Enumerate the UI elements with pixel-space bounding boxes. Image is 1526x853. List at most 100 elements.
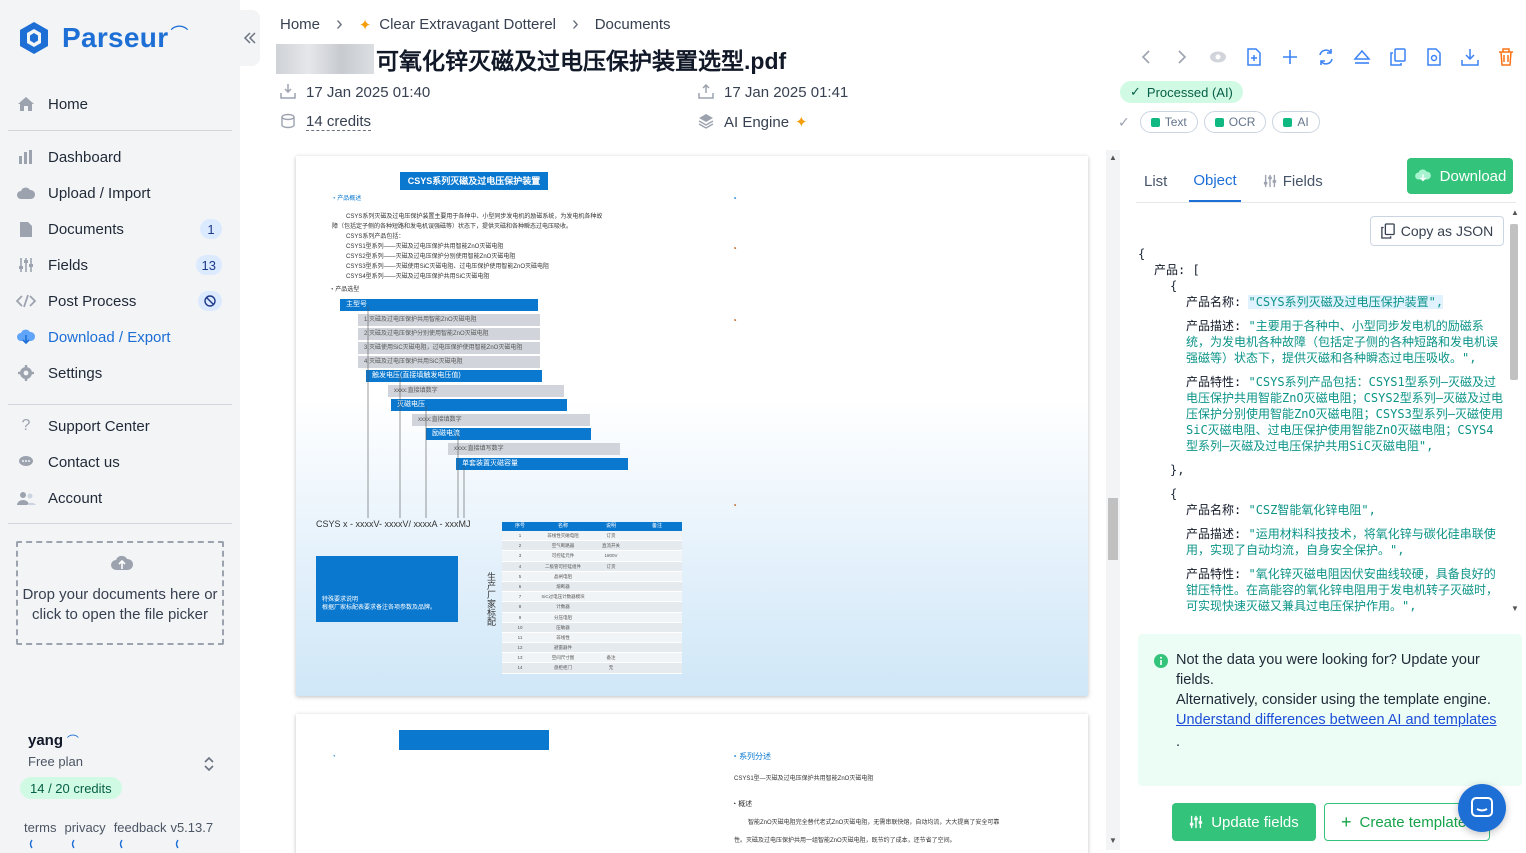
tab-list[interactable]: List [1140,160,1171,202]
copy-json-label: Copy as JSON [1400,223,1494,239]
nav-upload[interactable]: Upload / Import [16,178,224,208]
nav-upload-label: Upload / Import [48,184,151,202]
pdf-table-cell: 分压电阻 [554,614,572,620]
pdf-table-cell: 9 [518,614,522,620]
document-preview[interactable]: CSYS系列灭磁及过电压保护装置 ◔ 产品概述 CSYS系列灭磁及过电压保护装置… [276,148,1120,853]
cloud-download-icon [1414,169,1432,183]
download-button[interactable]: Download [1407,158,1513,194]
pdf-th: 名称 [557,523,568,529]
pdf-th: 说明 [605,523,616,529]
chat-bubble-icon [16,452,36,472]
nav-documents[interactable]: Documents 1 [16,214,224,244]
chat-launcher-button[interactable] [1458,784,1506,832]
breadcrumb-home[interactable]: Home [280,16,320,33]
scrollbar-thumb[interactable] [1108,498,1118,560]
file-dropzone[interactable]: Drop your documents here or click to ope… [16,541,224,645]
scroll-up-icon[interactable]: ▲ [1109,153,1117,162]
chip-ai: AI [1272,111,1320,133]
pdf-page2-heading-text: 系列分述 [739,752,772,761]
nav-support-center[interactable]: ? Support Center [16,411,224,441]
chip-text: Text [1139,111,1198,133]
json-scrollbar[interactable]: ▲ ▼ [1508,206,1522,618]
json-value: "CSYS系列灭磁及过电压保护装置", [1248,295,1444,309]
engine-text: AI Engine [724,113,790,131]
pdf-page-1: CSYS系列灭磁及过电压保护装置 ◔ 产品概述 CSYS系列灭磁及过电压保护装置… [296,156,1088,696]
chip-ocr-label: OCR [1228,115,1256,129]
ai-vs-templates-link[interactable]: Understand differences between AI and te… [1176,712,1497,728]
pdf-selection-heading: ◔ 产品选型 [330,287,360,293]
refresh-icon[interactable] [1316,46,1336,68]
nav-home[interactable]: Home [16,89,224,119]
nav-post-process[interactable]: Post Process [16,286,224,316]
previous-icon[interactable] [1136,46,1156,68]
breadcrumb-documents[interactable]: Documents [595,16,671,33]
user-menu[interactable]: yang ⌒ [28,732,79,749]
pdf-table-cell: 可控硅元件 [551,553,575,559]
nav-divider [8,523,232,524]
info-period: . [1176,734,1181,750]
preview-scrollbar[interactable]: ▲ ▼ [1106,150,1120,850]
pdf-table-row: 2 空气断路器 直流开关 [502,541,682,552]
pdf-side-icon: ◔ [732,244,737,253]
cloud-upload-icon [16,183,36,203]
next-icon[interactable] [1172,46,1192,68]
pdf-table-cell: 10 [517,624,523,630]
update-fields-button[interactable]: Update fields [1172,803,1316,841]
json-field: 产品描述: "主要用于各种中、小型同步发电机的励磁系统，为发电机各种故障（包括定… [1186,319,1499,365]
credits-used: 14 credits [280,113,372,131]
scrollbar-thumb[interactable] [1510,224,1518,380]
user-name: yang [28,732,64,749]
document-search-icon[interactable] [1424,46,1444,68]
nav-fields[interactable]: Fields 13 [16,250,224,280]
logo[interactable]: Parseur ⌒ [16,20,188,56]
nav-download-export[interactable]: Download / Export [16,322,224,352]
copy-json-button[interactable]: Copy as JSON [1370,216,1504,246]
pdf-table-cell: 盘柜柜门 [554,665,572,671]
tab-fields[interactable]: Fields [1259,160,1327,202]
nav-divider [8,404,232,405]
pdf-table-cell: 订货 [606,563,616,569]
nav-dashboard-label: Dashboard [48,148,122,166]
code-icon [16,291,36,311]
nav-dashboard[interactable]: Dashboard [16,142,224,172]
pdf-table-cell [588,623,634,632]
privacy-link[interactable]: privacy [65,820,106,835]
terms-link[interactable]: terms [24,820,57,835]
scroll-up-icon[interactable]: ▲ [1511,208,1519,217]
chevron-up-down-icon[interactable] [203,755,215,773]
json-field: 产品描述: "运用材料科技技术，将氧化锌与碳化硅串联使用，实现了自动均流，自身安… [1186,527,1496,557]
pdf-table-cell [588,572,634,581]
pdf-table-cell: 避雷器件 [554,645,572,651]
copy-icon[interactable] [1388,46,1408,68]
pdf-page2-overview: ◔ 概述 [732,801,753,808]
pdf-table-cell: 二极管可控硅组件 [545,563,581,569]
footer-links: terms privacy feedback v5.13.7 [24,820,213,835]
pdf-table-cell: 8 [518,604,522,610]
feedback-link[interactable]: feedback [114,820,167,835]
collapse-sidebar-button[interactable] [240,10,260,66]
document-title: 可氧化锌灭磁及过电压保护装置选型.pdf [376,48,787,74]
plus-icon[interactable] [1280,46,1300,68]
add-document-icon[interactable] [1244,46,1264,68]
pdf-table-row: 6 熔断器 [502,581,682,593]
nav-account[interactable]: Account [16,483,224,513]
json-key-text: 产品特性 [1186,375,1235,389]
trash-icon[interactable] [1496,46,1516,68]
inbox-download-icon [280,83,298,101]
update-fields-label: Update fields [1211,813,1299,831]
tab-object[interactable]: Object [1189,160,1241,202]
download-icon[interactable] [1460,46,1480,68]
eject-icon[interactable] [1352,46,1372,68]
pdf-table-cell: 无 [608,665,614,671]
json-key-text: 产品特性 [1186,567,1235,581]
nav-download-label: Download / Export [48,328,171,346]
pdf-table-row: 11 非线性 [502,632,682,644]
credits-used-link[interactable]: 14 credits [306,113,372,131]
nav-contact[interactable]: Contact us [16,447,224,477]
bar-chart-icon [16,147,36,167]
breadcrumb-mailbox[interactable]: Clear Extravagant Dotterel [379,16,556,33]
scroll-down-icon[interactable]: ▼ [1109,836,1117,845]
eye-icon[interactable] [1208,46,1228,68]
nav-settings[interactable]: Settings [16,358,224,388]
scroll-down-icon[interactable]: ▼ [1511,604,1519,613]
